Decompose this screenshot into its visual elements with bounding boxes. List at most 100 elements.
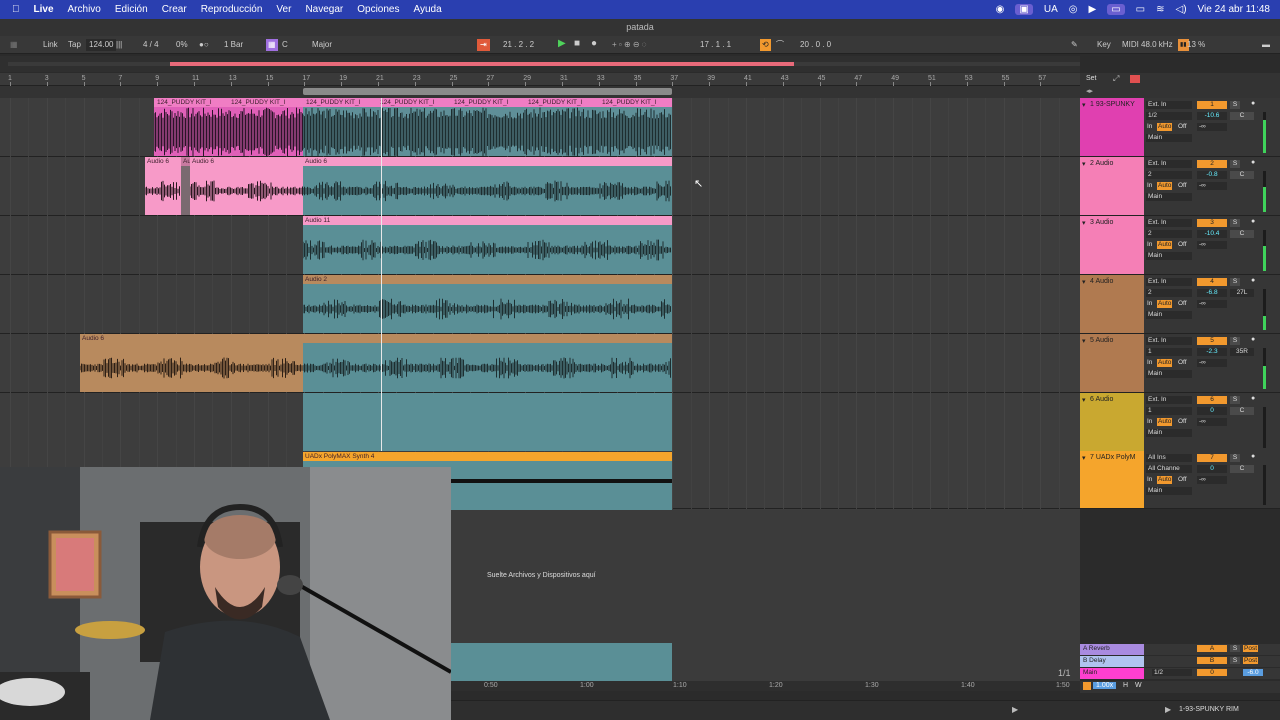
zoom-level[interactable]: 1.00x — [1093, 682, 1117, 689]
track-activator[interactable]: 3 — [1197, 219, 1227, 227]
track-activator[interactable]: 6 — [1197, 396, 1227, 404]
input-type-select[interactable]: Ext. In — [1146, 337, 1192, 345]
menu-ver[interactable]: Ver — [269, 4, 298, 15]
solo-button[interactable]: S — [1230, 219, 1240, 227]
output-select[interactable]: Main — [1146, 252, 1192, 260]
overdub-icons[interactable]: + ▫ ⊕ ⊖ ◌ — [612, 39, 647, 51]
input-channel-select[interactable]: All Channe — [1146, 465, 1192, 473]
tap-button[interactable]: Tap — [68, 39, 81, 51]
loop-length-field[interactable]: 20 . 0 . 0 — [800, 39, 831, 51]
monitor-in-button[interactable]: In — [1147, 300, 1152, 308]
track-activator[interactable]: 2 — [1197, 160, 1227, 168]
follow-button[interactable]: ⇥ — [477, 39, 490, 51]
play-button[interactable]: ▶ — [558, 38, 566, 50]
menu-reproduccion[interactable]: Reproducción — [194, 4, 270, 15]
solo-button[interactable]: S — [1230, 160, 1240, 168]
audio-clip[interactable]: Audio 6 — [145, 157, 181, 215]
record-arm-icon[interactable]: ● — [1251, 336, 1255, 343]
input-channel-select[interactable]: 2 — [1146, 171, 1192, 179]
monitor-in-button[interactable]: In — [1147, 123, 1152, 131]
screen-record-icon[interactable]: ▣ — [1015, 4, 1033, 15]
audio-clip[interactable]: Au — [181, 157, 190, 215]
punch-icon[interactable]: ⌒ — [776, 39, 784, 51]
track-name[interactable]: 2 Audio — [1090, 160, 1113, 167]
record-button[interactable]: ● — [591, 38, 597, 50]
clock[interactable]: Vie 24 abr 11:48 — [1198, 4, 1270, 15]
record-arm-icon[interactable]: ● — [1251, 395, 1255, 402]
audio-clip[interactable] — [303, 98, 672, 156]
monitor-in-button[interactable]: In — [1147, 359, 1152, 367]
return-activator[interactable]: B — [1197, 657, 1227, 664]
pan-field[interactable]: C — [1230, 112, 1254, 120]
clip-body[interactable] — [190, 166, 303, 215]
clip-title[interactable]: 124_PUDDY KIT_I — [380, 99, 434, 106]
fold-icon[interactable]: ▾ — [1082, 101, 1086, 109]
clip-body[interactable] — [303, 284, 672, 333]
time-ruler[interactable]: 0:50 1:00 1:10 1:20 1:30 1:40 1:50 — [451, 681, 1080, 691]
quantize-select[interactable]: 1 Bar — [224, 39, 243, 51]
menu-edicion[interactable]: Edición — [108, 4, 155, 15]
play-status-icon[interactable]: ▶ — [1089, 4, 1097, 15]
record-arm-icon[interactable]: ● — [1251, 159, 1255, 166]
clip-body[interactable] — [303, 225, 672, 274]
monitor-in-button[interactable]: In — [1147, 241, 1152, 249]
midi-map-button[interactable]: MIDI — [1122, 39, 1139, 51]
monitor-off-button[interactable]: Off — [1178, 476, 1187, 484]
key-select[interactable]: C — [282, 39, 288, 51]
record-arm-icon[interactable]: ● — [1251, 277, 1255, 284]
height-toggle[interactable]: H — [1123, 682, 1128, 689]
track-activator[interactable]: 7 — [1197, 454, 1227, 462]
link-button[interactable]: Link — [43, 39, 58, 51]
solo-button[interactable]: S — [1230, 337, 1240, 345]
fold-icon[interactable]: ▾ — [1082, 160, 1086, 168]
monitor-auto-button[interactable]: Auto — [1157, 359, 1173, 367]
track-name[interactable]: 7 UADx PolyM — [1090, 454, 1136, 461]
record-arm-icon[interactable]: ● — [1251, 100, 1255, 107]
view-toggle-icon[interactable]: ▦ — [10, 39, 18, 51]
input-channel-select[interactable]: 1 — [1146, 407, 1192, 415]
record-arm-all-icon[interactable] — [1130, 75, 1140, 83]
return-track-header[interactable]: A Reverb — [1080, 644, 1144, 655]
menu-opciones[interactable]: Opciones — [350, 4, 406, 15]
track-header[interactable]: ▾ 4 Audio — [1080, 275, 1144, 334]
solo-button[interactable]: S — [1230, 101, 1240, 109]
fold-icon[interactable]: ▾ — [1082, 219, 1086, 227]
zoom-icon[interactable] — [1083, 682, 1091, 690]
track-name[interactable]: 6 Audio — [1090, 396, 1113, 403]
track-activator[interactable]: 4 — [1197, 278, 1227, 286]
track-header[interactable]: ▾ 5 Audio — [1080, 334, 1144, 393]
monitor-auto-button[interactable]: Auto — [1157, 123, 1173, 131]
volume-field[interactable]: -0.8 — [1197, 171, 1227, 179]
stop-button[interactable]: ■ — [574, 38, 580, 50]
clip-title[interactable]: Audio 6 — [80, 334, 303, 343]
input-type-select[interactable]: Ext. In — [1146, 278, 1192, 286]
solo-button[interactable]: S — [1230, 454, 1240, 462]
menu-navegar[interactable]: Navegar — [298, 4, 350, 15]
accessibility-icon[interactable]: ◎ — [1069, 4, 1078, 15]
output-select[interactable]: Main — [1146, 311, 1192, 319]
solo-button[interactable]: S — [1230, 645, 1240, 652]
apple-icon[interactable]:  — [0, 4, 27, 15]
pan-field[interactable]: 27L — [1230, 289, 1254, 297]
clip-body[interactable] — [181, 166, 190, 215]
main-output-select[interactable]: 1/2 — [1152, 669, 1192, 676]
fold-icon[interactable]: ▾ — [1082, 396, 1086, 404]
loop-button[interactable]: ⟲ — [760, 39, 771, 51]
clip-title[interactable]: Audio 11 — [303, 216, 672, 225]
post-button[interactable]: Post — [1243, 657, 1259, 664]
main-volume-field[interactable]: -6.0 — [1243, 669, 1263, 676]
fold-icon[interactable]: ▾ — [1082, 337, 1086, 345]
input-type-select[interactable]: All Ins — [1146, 454, 1192, 462]
pan-field[interactable]: C — [1230, 171, 1254, 179]
width-toggle[interactable]: W — [1135, 682, 1142, 689]
output-select[interactable]: Main — [1146, 487, 1192, 495]
return-track-header[interactable]: B Delay — [1080, 656, 1144, 667]
key-map-button[interactable]: Key — [1097, 39, 1111, 51]
nudge-icon[interactable]: ||| — [116, 39, 122, 51]
monitor-in-button[interactable]: In — [1147, 476, 1152, 484]
clip-title[interactable]: Audio 6 — [190, 157, 303, 166]
monitor-off-button[interactable]: Off — [1178, 418, 1187, 426]
track-header[interactable]: ▾ 6 Audio — [1080, 393, 1144, 452]
volume-field[interactable]: -6.8 — [1197, 289, 1227, 297]
fold-icon[interactable]: ▾ — [1082, 278, 1086, 286]
